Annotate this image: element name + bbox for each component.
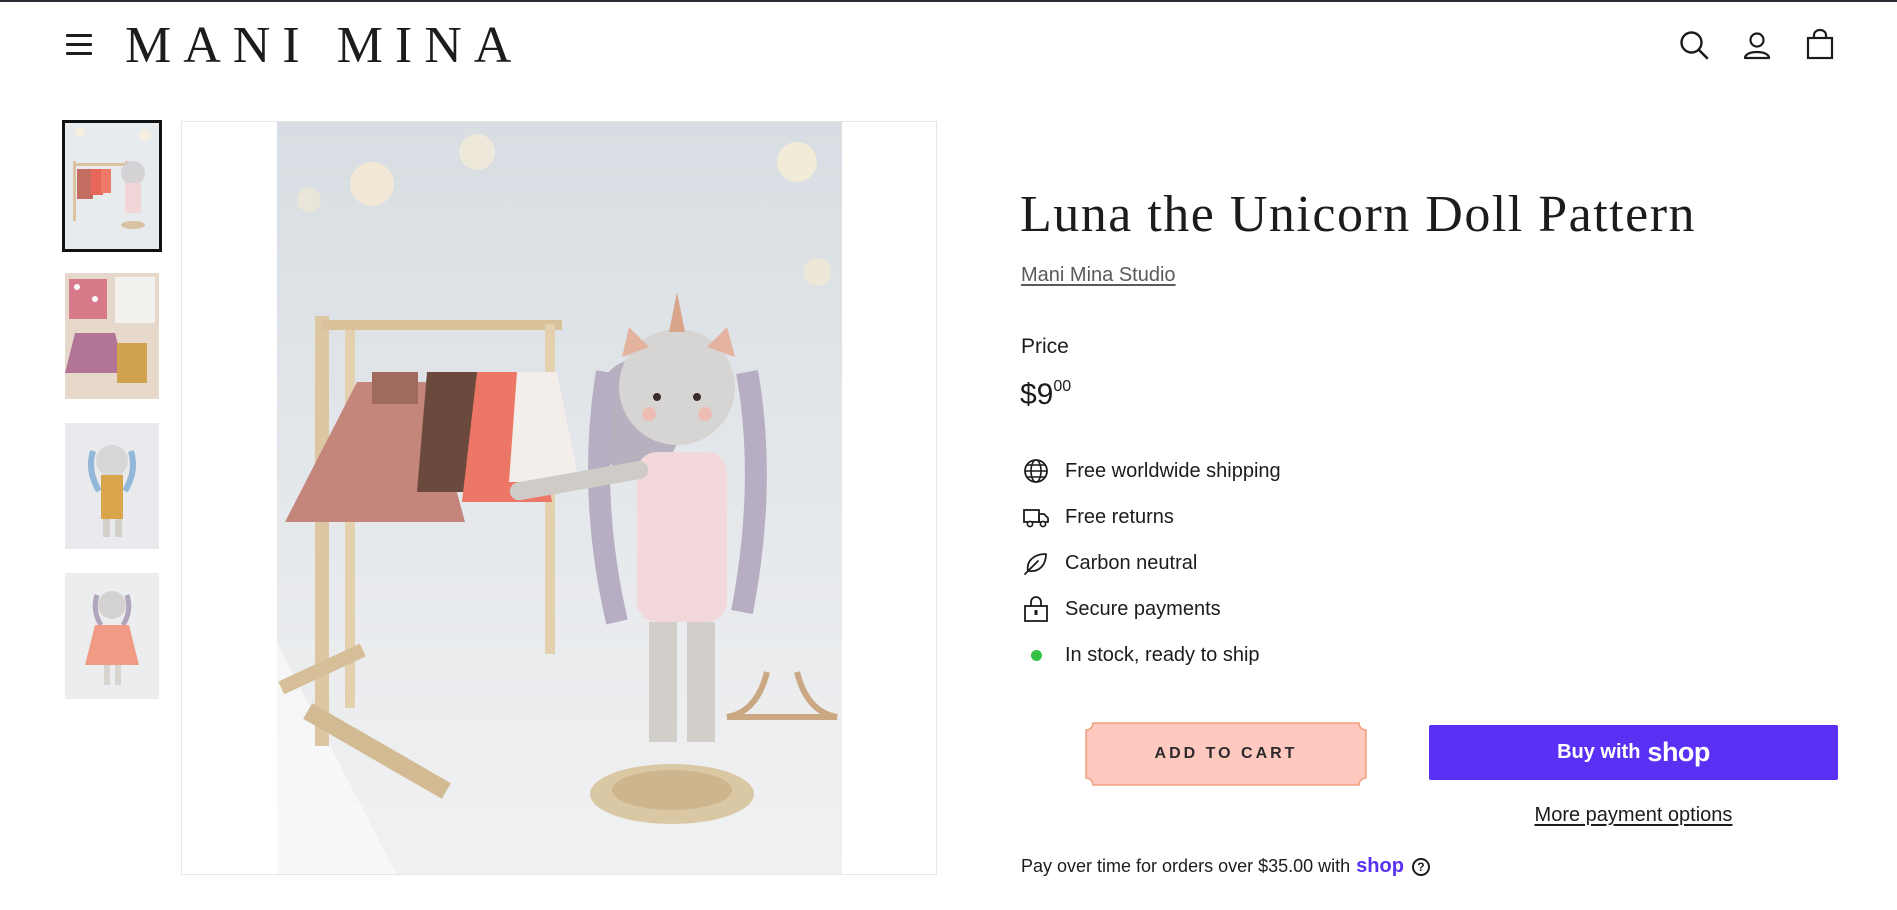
user-icon[interactable] <box>1740 28 1774 62</box>
gallery-thumbnail-2[interactable] <box>65 273 159 399</box>
pay-over-time-notice: Pay over time for orders over $35.00 wit… <box>1021 855 1430 878</box>
buy-with-shop-button[interactable]: Buy with shop <box>1429 725 1838 780</box>
pay-over-time-text: Pay over time for orders over $35.00 wit… <box>1021 856 1351 876</box>
feature-text: Free worldwide shipping <box>1065 459 1281 482</box>
feature-carbon: Carbon neutral <box>1021 548 1197 578</box>
price-main: $9 <box>1020 378 1054 411</box>
help-icon[interactable]: ? <box>1411 857 1430 876</box>
truck-icon <box>1021 502 1051 532</box>
feature-text: In stock, ready to ship <box>1065 643 1260 666</box>
feature-text: Free returns <box>1065 505 1174 528</box>
shop-pay-logo: shop <box>1356 855 1404 877</box>
add-to-cart-button[interactable]: ADD TO CART <box>1085 722 1367 786</box>
hamburger-menu-icon[interactable] <box>64 32 94 56</box>
feature-secure: Secure payments <box>1021 594 1221 624</box>
price-label: Price <box>1021 335 1069 358</box>
feature-text: Carbon neutral <box>1065 551 1198 574</box>
feature-stock: In stock, ready to ship <box>1021 640 1260 670</box>
buy-with-label: Buy with <box>1557 741 1641 763</box>
shopping-bag-icon[interactable] <box>1803 28 1837 62</box>
add-to-cart-label: ADD TO CART <box>1154 745 1298 762</box>
top-border <box>0 0 1897 2</box>
lock-icon <box>1021 594 1051 624</box>
price-value: $900 <box>1020 378 1071 412</box>
vendor-link[interactable]: Mani Mina Studio <box>1021 264 1176 287</box>
gallery-thumbnail-4[interactable] <box>65 573 159 699</box>
site-logo[interactable]: MANI MINA <box>125 16 523 76</box>
shop-brand-logo: shop <box>1647 737 1710 767</box>
feature-text: Secure payments <box>1065 597 1221 620</box>
price-cents: 00 <box>1053 378 1072 395</box>
in-stock-dot-icon <box>1021 640 1051 670</box>
leaf-icon <box>1021 548 1051 578</box>
feature-shipping: Free worldwide shipping <box>1021 456 1281 486</box>
more-payment-options-link[interactable]: More payment options <box>1429 804 1838 827</box>
feature-returns: Free returns <box>1021 502 1174 532</box>
search-icon[interactable] <box>1677 28 1711 62</box>
gallery-thumbnail-3[interactable] <box>65 423 159 549</box>
product-title: Luna the Unicorn Doll Pattern <box>1020 186 1697 243</box>
globe-icon <box>1021 456 1051 486</box>
main-product-photo[interactable] <box>277 122 842 874</box>
main-product-image-frame[interactable] <box>181 121 937 875</box>
gallery-thumbnail-1[interactable] <box>62 120 162 252</box>
